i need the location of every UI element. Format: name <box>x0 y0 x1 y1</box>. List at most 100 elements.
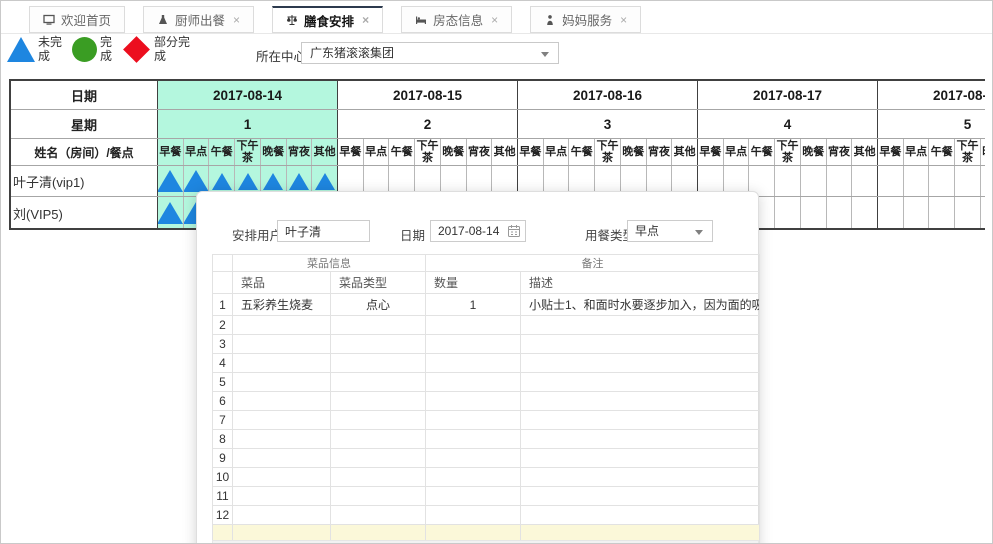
empty-cell[interactable] <box>521 506 760 525</box>
empty-cell[interactable] <box>233 354 331 373</box>
empty-cell[interactable] <box>426 411 521 430</box>
date-input[interactable]: 2017-08-14 <box>430 220 526 242</box>
empty-cell[interactable] <box>521 468 760 487</box>
dish-cell-category[interactable]: 点心 <box>331 294 426 316</box>
close-icon[interactable]: × <box>491 13 498 27</box>
meal-status-cell[interactable] <box>878 197 904 229</box>
empty-cell[interactable] <box>521 335 760 354</box>
horizontal-scrollbar[interactable] <box>212 540 759 544</box>
meal-status-cell[interactable] <box>955 197 981 229</box>
empty-cell[interactable] <box>426 392 521 411</box>
empty-cell[interactable] <box>331 449 426 468</box>
empty-cell[interactable] <box>331 316 426 335</box>
empty-cell[interactable] <box>426 354 521 373</box>
user-input[interactable] <box>277 220 370 242</box>
empty-cell[interactable] <box>521 354 760 373</box>
empty-cell[interactable] <box>233 316 331 335</box>
meal-status-cell[interactable] <box>904 197 930 229</box>
empty-dish-row[interactable]: 8 <box>213 430 760 449</box>
empty-cell[interactable] <box>331 335 426 354</box>
empty-dish-row[interactable]: 3 <box>213 335 760 354</box>
empty-cell[interactable] <box>426 487 521 506</box>
calendar-icon[interactable] <box>507 224 521 244</box>
empty-cell[interactable] <box>426 449 521 468</box>
empty-cell[interactable] <box>521 449 760 468</box>
meal-status-cell[interactable] <box>955 166 981 196</box>
meal-status-cell[interactable] <box>158 197 184 229</box>
dish-cell-dish[interactable]: 五彩养生烧麦 <box>233 294 331 316</box>
empty-cell[interactable] <box>233 411 331 430</box>
empty-cell[interactable] <box>233 335 331 354</box>
empty-dish-row[interactable]: 9 <box>213 449 760 468</box>
empty-dish-row[interactable]: 11 <box>213 487 760 506</box>
empty-cell[interactable] <box>233 392 331 411</box>
tab-5[interactable]: 妈妈服务× <box>530 6 641 33</box>
meal-status-cell[interactable] <box>981 197 985 229</box>
empty-cell[interactable] <box>521 487 760 506</box>
empty-cell[interactable] <box>426 430 521 449</box>
empty-cell[interactable] <box>233 487 331 506</box>
meal-status-cell[interactable] <box>878 166 904 196</box>
empty-cell[interactable] <box>521 373 760 392</box>
empty-cell[interactable] <box>426 468 521 487</box>
meal-status-cell[interactable] <box>801 197 827 229</box>
empty-cell[interactable] <box>331 354 426 373</box>
close-icon[interactable]: × <box>233 13 240 27</box>
center-filter-select[interactable]: 广东猪滚滚集团 <box>301 42 559 64</box>
meal-status-cell[interactable] <box>775 166 801 196</box>
date-cell[interactable]: 2017-08-15 <box>338 81 518 109</box>
tab-3[interactable]: 膳食安排× <box>272 6 383 33</box>
empty-dish-row[interactable]: 10 <box>213 468 760 487</box>
empty-cell[interactable] <box>426 373 521 392</box>
empty-cell[interactable] <box>331 411 426 430</box>
dish-cell-no[interactable]: 1 <box>213 294 233 316</box>
empty-cell[interactable] <box>426 316 521 335</box>
date-cell[interactable]: 2017-08-14 <box>158 81 338 109</box>
empty-dish-row[interactable]: 5 <box>213 373 760 392</box>
empty-cell[interactable] <box>521 316 760 335</box>
empty-cell[interactable] <box>521 411 760 430</box>
meal-status-cell[interactable] <box>852 197 877 229</box>
empty-cell[interactable] <box>426 335 521 354</box>
empty-dish-row[interactable]: 2 <box>213 316 760 335</box>
empty-cell[interactable] <box>233 506 331 525</box>
empty-cell[interactable] <box>521 430 760 449</box>
empty-cell[interactable] <box>331 373 426 392</box>
meal-status-cell[interactable] <box>827 166 853 196</box>
date-cell[interactable]: 2017-08-18 <box>878 81 985 109</box>
empty-cell[interactable] <box>331 487 426 506</box>
meal-status-cell[interactable] <box>929 166 955 196</box>
meal-status-cell[interactable] <box>981 166 985 196</box>
empty-cell[interactable] <box>331 392 426 411</box>
empty-cell[interactable] <box>331 430 426 449</box>
dish-cell-description[interactable]: 小贴士1、和面时水要逐步加入，因为面的吸水程度不同。2. <box>521 294 760 316</box>
empty-cell[interactable] <box>233 430 331 449</box>
meal-status-cell[interactable] <box>852 166 877 196</box>
tab-4[interactable]: 房态信息× <box>401 6 512 33</box>
dish-cell-quantity[interactable]: 1 <box>426 294 521 316</box>
empty-cell[interactable] <box>233 468 331 487</box>
tab-2[interactable]: 厨师出餐× <box>143 6 254 33</box>
empty-cell[interactable] <box>233 373 331 392</box>
tab-1[interactable]: 欢迎首页 <box>29 6 125 33</box>
empty-dish-row[interactable]: 7 <box>213 411 760 430</box>
empty-dish-row[interactable]: 4 <box>213 354 760 373</box>
meal-status-cell[interactable] <box>827 197 853 229</box>
meal-status-cell[interactable] <box>929 197 955 229</box>
empty-dish-row[interactable]: 6 <box>213 392 760 411</box>
empty-cell[interactable] <box>233 449 331 468</box>
empty-cell[interactable] <box>521 392 760 411</box>
meal-status-cell[interactable] <box>801 166 827 196</box>
date-cell[interactable]: 2017-08-16 <box>518 81 698 109</box>
empty-cell[interactable] <box>426 506 521 525</box>
empty-dish-row[interactable]: 12 <box>213 506 760 525</box>
meal-status-cell[interactable] <box>904 166 930 196</box>
meal-type-select[interactable]: 早点 <box>627 220 713 242</box>
date-cell[interactable]: 2017-08-17 <box>698 81 878 109</box>
meal-status-cell[interactable] <box>158 166 184 196</box>
dish-row[interactable]: 1五彩养生烧麦点心1小贴士1、和面时水要逐步加入，因为面的吸水程度不同。2. <box>213 294 760 316</box>
meal-status-cell[interactable] <box>775 197 801 229</box>
close-icon[interactable]: × <box>620 13 627 27</box>
empty-cell[interactable] <box>331 506 426 525</box>
close-icon[interactable]: × <box>362 13 369 27</box>
